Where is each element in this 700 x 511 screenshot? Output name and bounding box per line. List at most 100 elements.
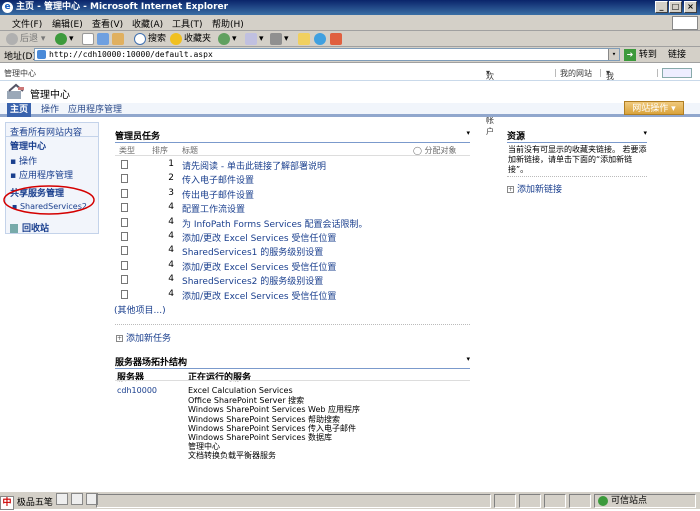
ime-toolbar[interactable]: 中 极品五笔 (0, 493, 98, 510)
task-item-icon (121, 246, 128, 256)
stop-button[interactable] (82, 32, 96, 46)
menu-help[interactable]: 帮助(H) (212, 17, 244, 30)
site-top-strip: 管理中心 欢迎 系统帐户 ▾ | 我的网站 | 我的链接 ▾ | (0, 65, 700, 136)
recycle-bin-icon (10, 224, 18, 233)
back-arrow-icon (6, 32, 18, 45)
task-title-link[interactable]: 传入电子邮件设置 (182, 173, 254, 186)
go-arrow-icon: ➜ (624, 48, 636, 61)
task-order: 1 (168, 159, 174, 169)
task-item-icon (121, 160, 128, 169)
links-button[interactable]: 链接 (668, 48, 686, 62)
history-icon (218, 32, 230, 45)
nav-item-recycle-bin[interactable]: 回收站 (10, 221, 49, 234)
menu-file[interactable]: 文件(F) (12, 17, 42, 30)
home-icon (112, 32, 124, 45)
security-zone-pane: 可信站点 (594, 494, 696, 508)
welcome-menu[interactable]: 欢迎 系统帐户 ▾ (486, 68, 494, 136)
task-title-link[interactable]: 传出电子邮件设置 (182, 188, 254, 201)
windows-flag-icon (672, 16, 698, 30)
address-input[interactable]: http://cdh10000:10000/default.aspx ▾ (34, 48, 620, 61)
status-pane (519, 494, 541, 508)
maximize-button[interactable]: □ (669, 1, 682, 13)
resources-header: 资源 ▾ (507, 129, 647, 143)
nav-item-operations[interactable]: ▪ 操作 (10, 154, 37, 167)
task-item-icon (121, 174, 128, 184)
divider (115, 324, 470, 325)
task-item-icon (121, 217, 128, 227)
tab-home[interactable]: 主页 (7, 103, 32, 117)
task-order: 4 (168, 202, 174, 213)
folder-icon (298, 32, 310, 45)
divider (6, 136, 98, 137)
research-button[interactable] (330, 32, 344, 46)
trusted-site-icon (598, 496, 608, 506)
go-button[interactable]: ➜ 转到 (624, 48, 657, 62)
add-icon: + (116, 335, 123, 342)
punct-icon[interactable] (70, 493, 83, 505)
folder-button[interactable] (298, 32, 312, 46)
messenger-button[interactable] (314, 32, 328, 46)
address-bar: 地址(D) http://cdh10000:10000/default.aspx… (0, 47, 700, 63)
menu-tools[interactable]: 工具(T) (172, 17, 203, 30)
address-dropdown-icon[interactable]: ▾ (608, 49, 619, 60)
task-title-link[interactable]: 添加/更改 Excel Services 受信任位置 (182, 260, 336, 273)
browser-toolbar: 后退 ▾ ▾ 搜索 收藏夹 ▾ ▾ ▾ (0, 31, 700, 47)
refresh-icon (97, 32, 109, 45)
webpart-menu-icon[interactable]: ▾ (643, 129, 647, 137)
favorites-button[interactable]: 收藏夹 (170, 32, 211, 46)
history-button[interactable]: ▾ (218, 32, 237, 46)
print-button[interactable]: ▾ (270, 32, 289, 46)
task-item-icon (121, 275, 128, 285)
site-actions-menu[interactable]: 网站操作 ▾ (624, 101, 684, 115)
mail-button[interactable]: ▾ (245, 32, 264, 46)
task-title-link[interactable]: 配置工作流设置 (182, 202, 245, 215)
more-items-link[interactable]: (其他项目...) (114, 303, 166, 316)
server-link[interactable]: cdh10000 (117, 386, 157, 395)
refresh-button[interactable] (97, 32, 111, 46)
task-order: 4 (168, 231, 174, 241)
close-button[interactable]: × (684, 1, 697, 13)
task-item-icon (121, 289, 128, 299)
help-icon[interactable] (662, 68, 692, 78)
my-links-menu[interactable]: 我的链接 ▾ (606, 68, 614, 114)
task-title-link[interactable]: 请先阅读 - 单击此链接了解部署说明 (182, 159, 326, 172)
nav-heading-central-admin[interactable]: 管理中心 (10, 139, 46, 152)
central-admin-icon (7, 83, 24, 99)
page-header: 管理中心 (0, 81, 700, 103)
nav-item-application-management[interactable]: ▪ 应用程序管理 (10, 168, 73, 181)
minimize-button[interactable]: _ (655, 1, 668, 13)
task-title-link[interactable]: 为 InfoPath Forms Services 配置会话限制。 (182, 217, 368, 230)
search-button[interactable]: 搜索 (134, 32, 166, 46)
breadcrumb[interactable]: 管理中心 (4, 68, 36, 79)
tab-operations[interactable]: 操作 (38, 103, 62, 117)
task-title-link[interactable]: SharedServices1 的服务级别设置 (182, 245, 323, 258)
ime-logo-icon: 中 (0, 496, 14, 510)
home-button[interactable] (112, 32, 126, 46)
ime-name: 极品五笔 (16, 498, 53, 508)
status-bar: 中 极品五笔 可信站点 (0, 491, 700, 510)
forward-button[interactable]: ▾ (55, 32, 74, 46)
webpart-menu-icon[interactable]: ▾ (466, 355, 470, 363)
task-order: 3 (168, 187, 174, 198)
my-site-link[interactable]: 我的网站 (560, 68, 592, 79)
task-order: 4 (168, 216, 174, 227)
menu-view[interactable]: 查看(V) (92, 17, 123, 30)
webpart-menu-icon[interactable]: ▾ (466, 129, 470, 137)
moon-icon[interactable] (55, 493, 68, 505)
tab-application-management[interactable]: 应用程序管理 (65, 103, 125, 117)
task-order: 4 (168, 274, 174, 285)
add-new-link[interactable]: + 添加新链接 (507, 182, 562, 195)
address-url: http://cdh10000:10000/default.aspx (49, 50, 213, 59)
menu-edit[interactable]: 编辑(E) (52, 17, 83, 30)
left-navigation: 查看所有网站内容 管理中心 ▪ 操作 ▪ 应用程序管理 共享服务管理 ▪ Sha… (5, 122, 99, 234)
task-item-icon (121, 188, 128, 198)
task-title-link[interactable]: SharedServices2 的服务级别设置 (182, 274, 323, 287)
task-title-link[interactable]: 添加/更改 Excel Services 受信任位置 (182, 289, 336, 302)
menu-favorites[interactable]: 收藏(A) (132, 17, 163, 30)
task-item-icon (121, 203, 128, 213)
status-pane (569, 494, 591, 508)
back-button[interactable]: 后退 ▾ (6, 32, 45, 46)
task-title-link[interactable]: 添加/更改 Excel Services 受信任位置 (182, 231, 336, 244)
divider (115, 155, 470, 156)
add-new-task-link[interactable]: + 添加新任务 (116, 331, 171, 344)
